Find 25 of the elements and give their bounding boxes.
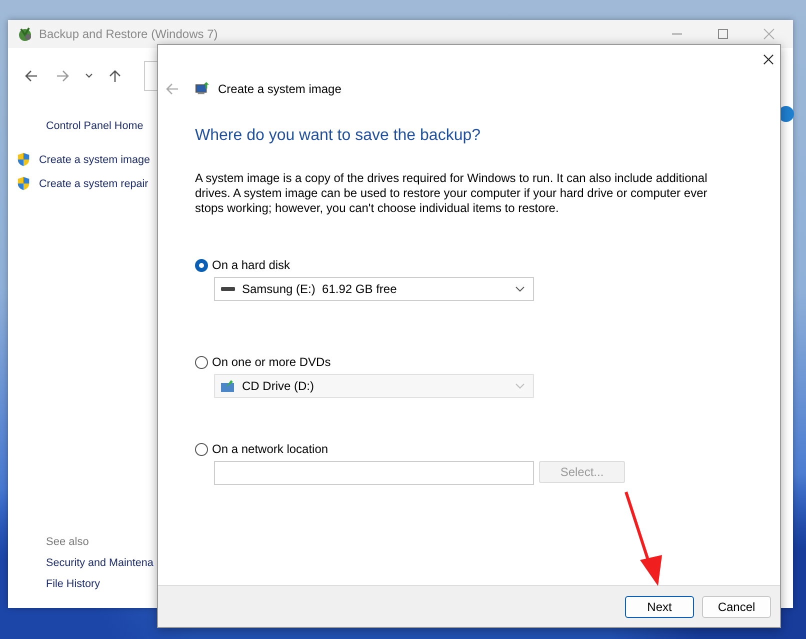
shield-icon: [16, 176, 31, 191]
back-arrow-icon[interactable]: [24, 69, 38, 83]
maximize-icon[interactable]: [717, 28, 729, 40]
network-location-field[interactable]: [214, 461, 534, 485]
dialog-heading: Where do you want to save the backup?: [195, 127, 482, 145]
description-text: A system image is a copy of the drives required for Windows to run. It can also include additional drives. A system image can be used to restore your computer if your hard drive or computer ever stops working; however, you can't choose individual items to restore.: [195, 171, 708, 216]
see-also-heading: See also: [46, 536, 90, 548]
chevron-icon: [515, 383, 525, 389]
disc-drive-icon: [220, 378, 236, 394]
dialog-button[interactable]: Cancel: [702, 596, 771, 618]
radio-button[interactable]: [195, 258, 208, 272]
window-title: Backup and Restore (Windows 7): [39, 27, 218, 41]
up-arrow-icon[interactable]: [108, 69, 122, 83]
close-icon[interactable]: [763, 54, 774, 65]
dialog-button[interactable]: Next: [625, 596, 694, 618]
chevron-icon: [515, 286, 525, 292]
dialog-title: Create a system image: [218, 82, 342, 96]
backup-icon: [17, 26, 33, 42]
forward-arrow-icon[interactable]: [56, 69, 70, 83]
radio-label[interactable]: On a hard disk: [212, 258, 290, 272]
shield-icon: [16, 152, 31, 167]
computer-icon: [195, 81, 210, 96]
drive-dropdown[interactable]: Samsung (E:) 61.92 GB free: [214, 277, 534, 301]
task-link[interactable]: Create a system image: [39, 154, 150, 166]
task-link[interactable]: Create a system repair: [39, 178, 148, 190]
